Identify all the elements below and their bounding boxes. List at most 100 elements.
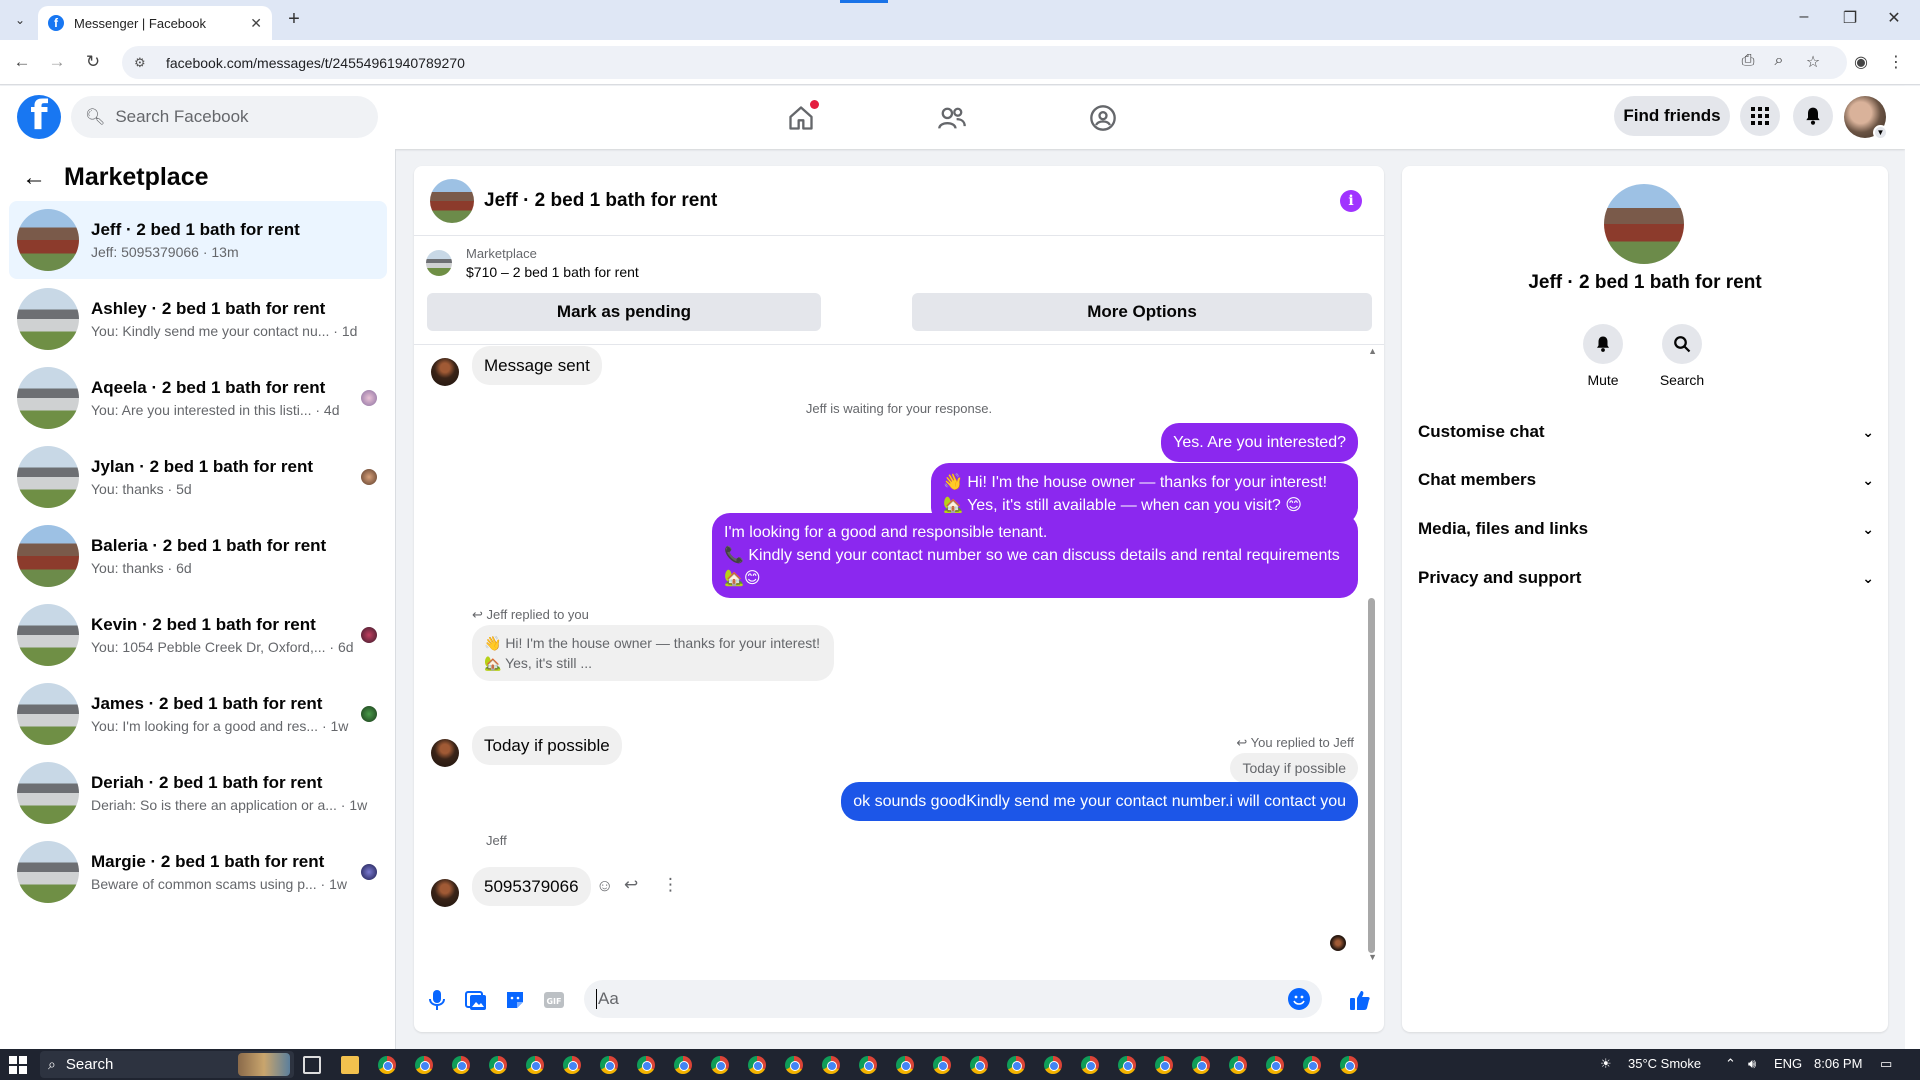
notification-center-icon[interactable]: ▭ (1880, 1056, 1892, 1072)
find-friends-button[interactable]: Find friends (1614, 96, 1730, 136)
reply-icon[interactable]: ↩︎ (624, 875, 638, 895)
conversation-item[interactable]: Deriah · 2 bed 1 bath for rent Deriah: So… (9, 754, 387, 832)
customise-chat-row[interactable]: Customise chat ⌄ (1418, 412, 1874, 452)
page-scrollbar[interactable] (1905, 86, 1920, 1049)
scroll-up-icon[interactable]: ▲ (1368, 346, 1377, 356)
new-tab-plus-icon[interactable]: + (282, 8, 306, 31)
speaker-icon[interactable]: 🔊︎ (1748, 1056, 1756, 1072)
friends-nav-icon[interactable] (932, 100, 972, 136)
chrome-icon[interactable] (1229, 1056, 1247, 1074)
clock[interactable]: 8:06 PM (1814, 1056, 1862, 1071)
scroll-down-icon[interactable]: ▼ (1368, 952, 1377, 962)
message-input[interactable]: Aa (584, 980, 1322, 1018)
chat-members-row[interactable]: Chat members ⌄ (1418, 460, 1874, 500)
back-arrow-icon[interactable]: ← (10, 52, 34, 72)
conversation-item[interactable]: Baleria · 2 bed 1 bath for rent You: than… (9, 517, 387, 595)
task-view-icon[interactable] (303, 1056, 321, 1074)
chat-avatar[interactable] (430, 178, 474, 223)
gif-icon[interactable]: GIF (542, 988, 566, 1012)
quoted-message[interactable]: Today if possible (1230, 753, 1358, 783)
profile-icon[interactable]: ◉ (1849, 52, 1873, 72)
chrome-icon[interactable] (1118, 1056, 1136, 1074)
chrome-icon[interactable] (1044, 1056, 1062, 1074)
site-settings-icon[interactable]: ⚙ (134, 55, 152, 71)
chrome-icon[interactable] (1081, 1056, 1099, 1074)
chrome-icon[interactable] (637, 1056, 655, 1074)
url-field[interactable]: ⚙ facebook.com/messages/t/24554961940789… (122, 46, 1847, 79)
react-emoji-icon[interactable]: ☺ (596, 876, 613, 896)
photo-icon[interactable] (464, 988, 488, 1012)
back-arrow-icon[interactable]: ← (22, 164, 46, 192)
bookmark-star-icon[interactable]: ☆ (1801, 52, 1825, 72)
chrome-icon[interactable] (1340, 1056, 1358, 1074)
chrome-icon[interactable] (822, 1056, 840, 1074)
facebook-logo-icon[interactable]: f (17, 95, 61, 139)
message-list[interactable]: Message sent Jeff is waiting for your re… (414, 344, 1384, 964)
chrome-icon[interactable] (1007, 1056, 1025, 1074)
chrome-icon[interactable] (1155, 1056, 1173, 1074)
zoom-icon[interactable]: ⌕ (1767, 52, 1791, 70)
chrome-icon[interactable] (674, 1056, 692, 1074)
microphone-icon[interactable] (425, 988, 449, 1012)
language-indicator[interactable]: ENG (1774, 1056, 1802, 1071)
contact-avatar[interactable] (1604, 184, 1684, 264)
emoji-icon[interactable] (1288, 988, 1310, 1010)
tab-search-dropdown-icon[interactable]: ⌄ (8, 9, 32, 31)
forward-arrow-icon[interactable]: → (45, 52, 69, 72)
chrome-icon[interactable] (1266, 1056, 1284, 1074)
facebook-search-input[interactable]: 🔍︎ Search Facebook (71, 96, 378, 138)
chrome-icon[interactable] (748, 1056, 766, 1074)
install-app-icon[interactable]: ⎙ (1736, 52, 1760, 70)
conversation-item[interactable]: Aqeela · 2 bed 1 bath for rent You: Are y… (9, 359, 387, 437)
weather-text[interactable]: 35°C Smoke (1628, 1056, 1701, 1071)
chrome-icon[interactable] (563, 1056, 581, 1074)
chat-title[interactable]: Jeff · 2 bed 1 bath for rent (484, 190, 717, 212)
thumbs-up-icon[interactable] (1348, 988, 1372, 1012)
close-tab-icon[interactable]: ✕ (250, 15, 262, 32)
account-avatar[interactable]: ▼ (1844, 96, 1888, 140)
chrome-icon[interactable] (600, 1056, 618, 1074)
mute-button[interactable]: Mute (1563, 324, 1643, 388)
chrome-icon[interactable] (1303, 1056, 1321, 1074)
chrome-icon[interactable] (859, 1056, 877, 1074)
windows-start-icon[interactable] (9, 1056, 27, 1074)
search-in-chat-button[interactable]: Search (1642, 324, 1722, 388)
conversation-item[interactable]: Margie · 2 bed 1 bath for rent Beware of … (9, 833, 387, 911)
chrome-icon[interactable] (785, 1056, 803, 1074)
reload-icon[interactable]: ↻ (81, 52, 105, 72)
quoted-message[interactable]: 👋 Hi! I'm the house owner — thanks for y… (472, 625, 834, 681)
chrome-icon[interactable] (526, 1056, 544, 1074)
conversation-item[interactable]: Jylan · 2 bed 1 bath for rent You: thanks… (9, 438, 387, 516)
sticker-icon[interactable] (503, 988, 527, 1012)
chrome-icon[interactable] (896, 1056, 914, 1074)
home-nav-icon[interactable] (781, 100, 821, 136)
browser-menu-icon[interactable]: ⋮ (1884, 52, 1908, 72)
media-files-links-row[interactable]: Media, files and links ⌄ (1418, 509, 1874, 549)
conversation-item[interactable]: Kevin · 2 bed 1 bath for rent You: 1054 P… (9, 596, 387, 674)
listing-banner[interactable]: Marketplace $710 – 2 bed 1 bath for rent (426, 246, 639, 280)
conversation-item[interactable]: Ashley · 2 bed 1 bath for rent You: Kindl… (9, 280, 387, 358)
info-icon[interactable]: i (1340, 190, 1362, 212)
conversation-item[interactable]: Jeff · 2 bed 1 bath for rent Jeff: 509537… (9, 201, 387, 279)
conversation-item[interactable]: James · 2 bed 1 bath for rent You: I'm lo… (9, 675, 387, 753)
chrome-icon[interactable] (970, 1056, 988, 1074)
more-options-button[interactable]: More Options (912, 293, 1372, 331)
restore-icon[interactable]: ❐ (1830, 8, 1870, 28)
weather-icon[interactable]: ☀ (1600, 1056, 1612, 1072)
message-scrollbar[interactable] (1368, 598, 1375, 953)
more-actions-icon[interactable]: ⋮ (662, 875, 679, 895)
taskbar-search[interactable]: ⌕ Search (40, 1051, 294, 1078)
chrome-icon[interactable] (489, 1056, 507, 1074)
notifications-bell-icon[interactable] (1793, 96, 1833, 136)
chrome-icon[interactable] (711, 1056, 729, 1074)
menu-grid-icon[interactable] (1740, 96, 1780, 136)
close-window-icon[interactable]: ✕ (1874, 8, 1914, 28)
chrome-icon[interactable] (1192, 1056, 1210, 1074)
chevron-up-icon[interactable]: ⌃ (1725, 1056, 1736, 1072)
chrome-icon[interactable] (452, 1056, 470, 1074)
groups-nav-icon[interactable] (1083, 100, 1123, 136)
file-explorer-icon[interactable] (341, 1056, 359, 1074)
privacy-support-row[interactable]: Privacy and support ⌄ (1418, 558, 1874, 598)
chrome-icon[interactable] (933, 1056, 951, 1074)
browser-tab-messenger[interactable]: f Messenger | Facebook ✕ (38, 6, 272, 40)
